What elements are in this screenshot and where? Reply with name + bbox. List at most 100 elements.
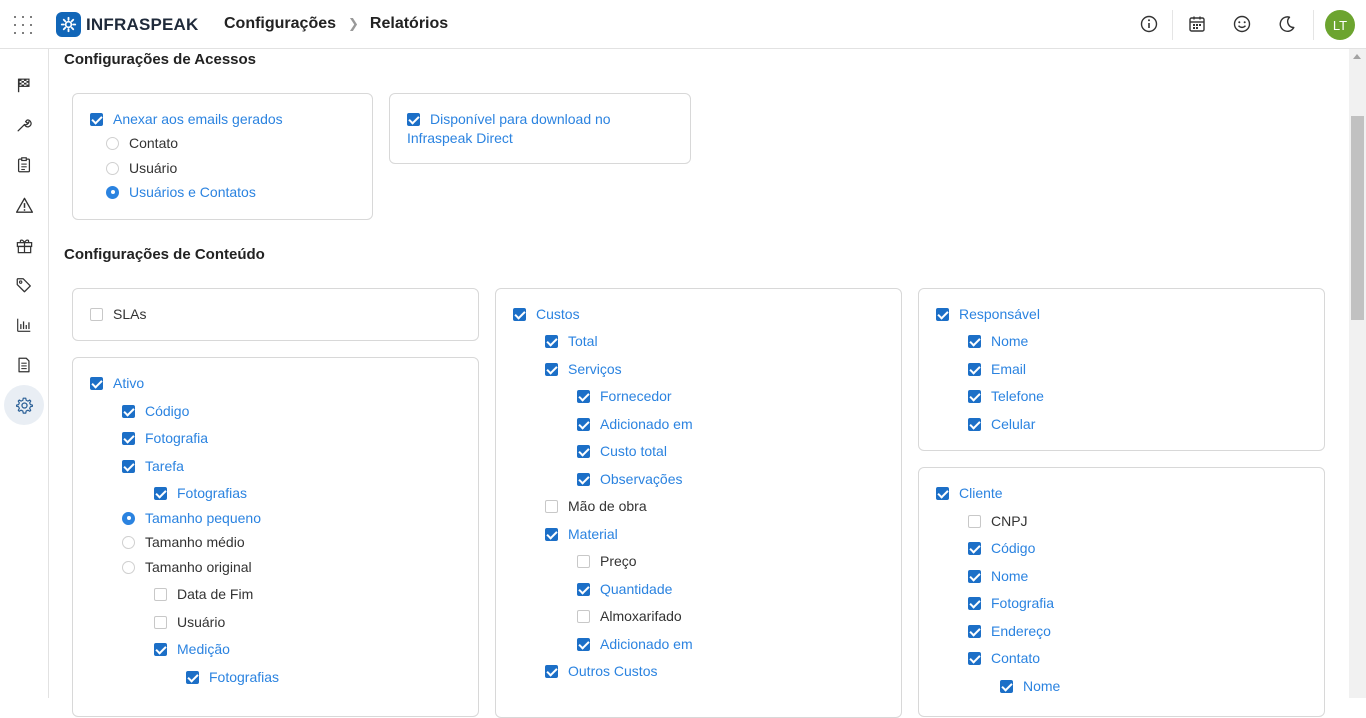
responsavel-nome-checkbox[interactable]: Nome: [968, 333, 1028, 349]
slas-checkbox[interactable]: SLAs: [90, 306, 146, 322]
checkbox-box[interactable]: [545, 664, 558, 678]
servicos-fornecedor-checkbox[interactable]: Fornecedor: [577, 388, 672, 404]
smiley-icon[interactable]: [1232, 14, 1252, 34]
checkbox-box[interactable]: [186, 670, 199, 684]
custos-total-checkbox[interactable]: Total: [545, 333, 598, 349]
responsavel-checkbox[interactable]: Responsável: [936, 306, 1040, 322]
wrench-icon[interactable]: [4, 105, 44, 145]
checkbox-box[interactable]: [577, 444, 590, 458]
checkbox-box[interactable]: [407, 113, 420, 126]
ativo-checkbox[interactable]: Ativo: [90, 375, 144, 391]
checkbox-box[interactable]: [1000, 679, 1013, 693]
responsavel-celular-checkbox[interactable]: Celular: [968, 416, 1035, 432]
cliente-fotografia-checkbox[interactable]: Fotografia: [968, 595, 1054, 611]
checkbox-box[interactable]: [577, 637, 590, 651]
radio-circle[interactable]: [106, 136, 119, 150]
brand-logo[interactable]: INFRASPEAK: [56, 12, 199, 37]
avatar[interactable]: LT: [1325, 10, 1355, 40]
box-icon[interactable]: [4, 225, 44, 265]
checkbox-box[interactable]: [90, 307, 103, 321]
radio-circle[interactable]: [122, 560, 135, 574]
checkbox-box[interactable]: [154, 486, 167, 500]
checkbox-box[interactable]: [154, 642, 167, 656]
checkbox-box[interactable]: [968, 569, 981, 583]
cliente-codigo-checkbox[interactable]: Código: [968, 540, 1035, 556]
checkbox-box[interactable]: [968, 389, 981, 403]
gear-icon[interactable]: [4, 385, 44, 425]
ativo-fotografia-checkbox[interactable]: Fotografia: [122, 430, 208, 446]
servicos-observacoes-checkbox[interactable]: Observações: [577, 471, 682, 487]
checkbox-box[interactable]: [577, 417, 590, 431]
radio-contato[interactable]: Contato: [106, 135, 178, 151]
ativo-tarefa-checkbox[interactable]: Tarefa: [122, 458, 184, 474]
radio-circle[interactable]: [122, 535, 135, 549]
responsavel-email-checkbox[interactable]: Email: [968, 361, 1026, 377]
vertical-scrollbar[interactable]: [1349, 49, 1366, 698]
material-preco-checkbox[interactable]: Preço: [577, 553, 637, 569]
tag-icon[interactable]: [4, 265, 44, 305]
checkbox-box[interactable]: [577, 582, 590, 596]
usuario-checkbox[interactable]: Usuário: [154, 614, 225, 630]
material-quantidade-checkbox[interactable]: Quantidade: [577, 581, 672, 597]
checkbox-box[interactable]: [122, 431, 135, 445]
checkbox-box[interactable]: [968, 596, 981, 610]
checkbox-box[interactable]: [936, 307, 949, 321]
flag-icon[interactable]: [4, 65, 44, 105]
custos-checkbox[interactable]: Custos: [513, 306, 580, 322]
material-almoxarifado-checkbox[interactable]: Almoxarifado: [577, 608, 682, 624]
scroll-thumb[interactable]: [1351, 116, 1364, 320]
breadcrumb-configuracoes[interactable]: Configurações: [224, 15, 336, 33]
clipboard-icon[interactable]: [4, 145, 44, 185]
download-direct-checkbox[interactable]: Disponível para download no Infraspeak D…: [407, 110, 667, 148]
checkbox-box[interactable]: [90, 376, 103, 390]
checkbox-box[interactable]: [968, 541, 981, 555]
checkbox-box[interactable]: [545, 499, 558, 513]
servicos-adicionado-em-checkbox[interactable]: Adicionado em: [577, 416, 693, 432]
checkbox-box[interactable]: [577, 472, 590, 486]
checkbox-box[interactable]: [936, 486, 949, 500]
ativo-codigo-checkbox[interactable]: Código: [122, 403, 189, 419]
medicao-checkbox[interactable]: Medição: [154, 641, 230, 657]
cliente-checkbox[interactable]: Cliente: [936, 485, 1003, 501]
moon-icon[interactable]: [1277, 14, 1297, 34]
custos-servicos-checkbox[interactable]: Serviços: [545, 361, 622, 377]
checkbox-box[interactable]: [577, 389, 590, 403]
checkbox-box[interactable]: [577, 609, 590, 623]
scroll-up-arrow-icon[interactable]: [1353, 54, 1361, 59]
checkbox-box[interactable]: [968, 651, 981, 665]
servicos-custo-total-checkbox[interactable]: Custo total: [577, 443, 667, 459]
cliente-cnpj-checkbox[interactable]: CNPJ: [968, 513, 1028, 529]
mao-de-obra-checkbox[interactable]: Mão de obra: [545, 498, 647, 514]
info-icon[interactable]: [1139, 14, 1159, 34]
chart-icon[interactable]: [4, 305, 44, 345]
radio-circle[interactable]: [106, 161, 119, 175]
checkbox-box[interactable]: [968, 514, 981, 528]
apps-grid-icon[interactable]: [13, 15, 33, 35]
checkbox-box[interactable]: [90, 112, 103, 126]
checkbox-box[interactable]: [545, 362, 558, 376]
calendar-icon[interactable]: [1187, 14, 1207, 34]
attach-emails-checkbox[interactable]: Anexar aos emails gerados: [90, 111, 283, 127]
radio-usuarios-e-contatos[interactable]: Usuários e Contatos: [106, 184, 256, 200]
material-adicionado-em-checkbox[interactable]: Adicionado em: [577, 636, 693, 652]
outros-custos-checkbox[interactable]: Outros Custos: [545, 663, 657, 679]
checkbox-box[interactable]: [154, 587, 167, 601]
radio-circle[interactable]: [122, 511, 135, 525]
checkbox-box[interactable]: [545, 527, 558, 541]
radio-circle[interactable]: [106, 185, 119, 199]
cliente-endereco-checkbox[interactable]: Endereço: [968, 623, 1051, 639]
checkbox-box[interactable]: [968, 334, 981, 348]
radio-tamanho-original[interactable]: Tamanho original: [122, 559, 252, 575]
radio-tamanho-pequeno[interactable]: Tamanho pequeno: [122, 510, 261, 526]
checkbox-box[interactable]: [577, 554, 590, 568]
medicao-fotografias-checkbox[interactable]: Fotografias: [186, 669, 279, 685]
material-checkbox[interactable]: Material: [545, 526, 618, 542]
warning-icon[interactable]: [4, 185, 44, 225]
checkbox-box[interactable]: [122, 404, 135, 418]
checkbox-box[interactable]: [122, 459, 135, 473]
checkbox-box[interactable]: [545, 334, 558, 348]
cliente-nome-checkbox[interactable]: Nome: [968, 568, 1028, 584]
radio-usuario[interactable]: Usuário: [106, 160, 177, 176]
responsavel-telefone-checkbox[interactable]: Telefone: [968, 388, 1044, 404]
document-icon[interactable]: [4, 345, 44, 385]
